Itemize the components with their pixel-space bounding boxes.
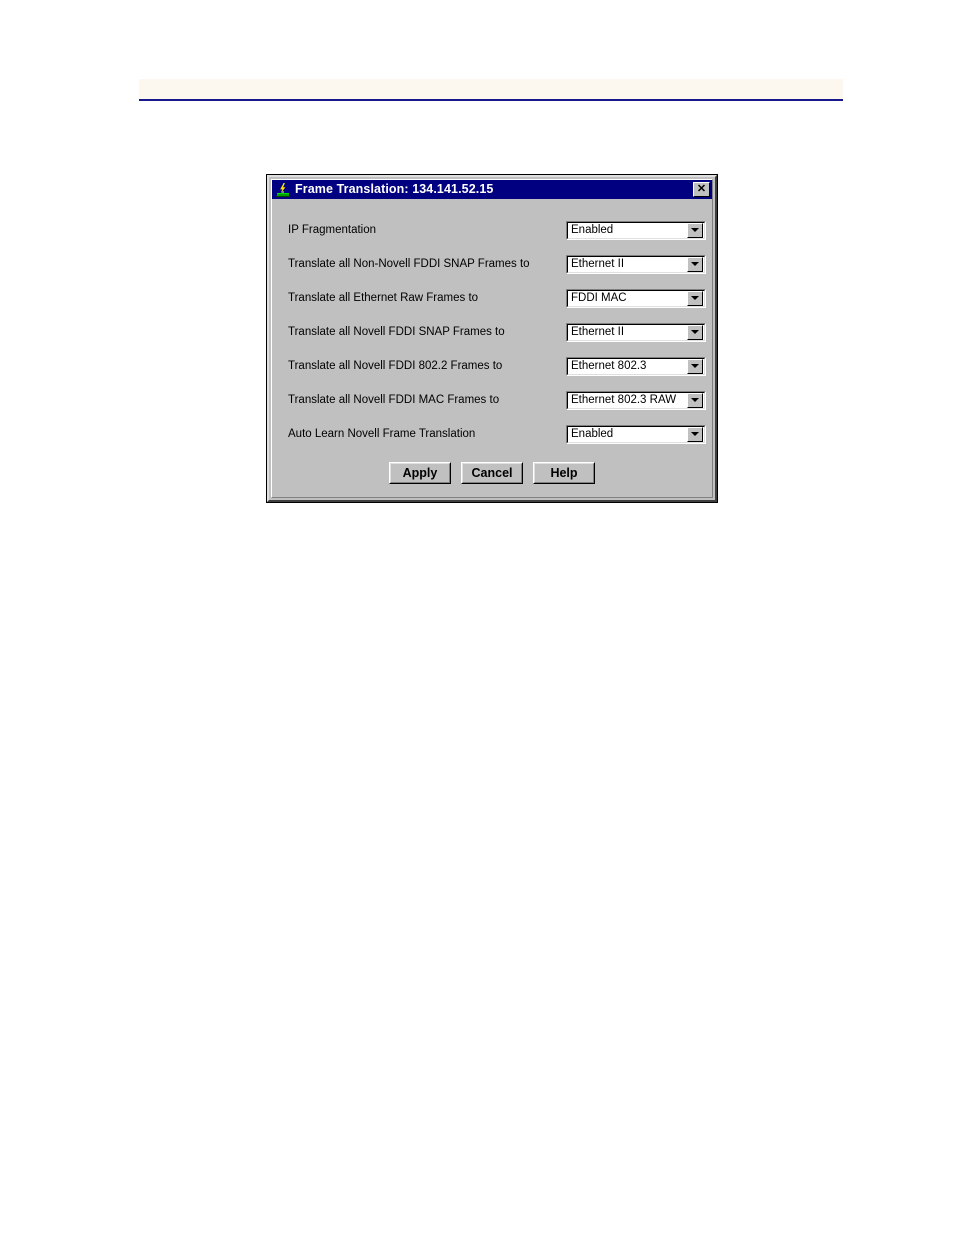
dialog-title: Frame Translation: 134.141.52.15 <box>295 182 494 196</box>
close-icon[interactable]: ✕ <box>693 182 710 197</box>
chevron-down-icon[interactable] <box>687 290 703 306</box>
cancel-button[interactable]: Cancel <box>461 462 523 484</box>
dropdown-novell-fddi-mac-value: Ethernet 802.3 RAW <box>571 393 677 406</box>
dropdown-novell-fddi-mac[interactable]: Ethernet 802.3 RAW <box>566 390 706 410</box>
dropdown-ip-fragmentation-inner: Enabled <box>567 221 705 239</box>
dialog-titlebar[interactable]: Frame Translation: 134.141.52.15 ✕ <box>272 180 712 199</box>
dropdown-non-novell-fddi-snap[interactable]: Ethernet II <box>566 254 706 274</box>
row-novell-fddi-mac: Translate all Novell FDDI MAC Frames to … <box>283 383 706 417</box>
help-button[interactable]: Help <box>533 462 595 484</box>
dropdown-novell-fddi-802-2[interactable]: Ethernet 802.3 <box>566 356 706 376</box>
page-header-band <box>139 79 843 101</box>
chevron-down-icon[interactable] <box>687 426 703 442</box>
dropdown-ip-fragmentation-value: Enabled <box>571 223 614 236</box>
row-auto-learn-novell: Auto Learn Novell Frame Translation Enab… <box>283 417 706 451</box>
dropdown-auto-learn-novell-value: Enabled <box>571 427 614 440</box>
chevron-down-icon[interactable] <box>687 358 703 374</box>
help-button-label: Help <box>550 465 578 480</box>
dropdown-non-novell-fddi-snap-inner: Ethernet II <box>567 255 705 273</box>
close-glyph: ✕ <box>696 183 707 195</box>
dialog-body: IP Fragmentation Enabled Translate all N… <box>272 199 712 497</box>
label-non-novell-fddi-snap: Translate all Non-Novell FDDI SNAP Frame… <box>288 258 530 270</box>
row-ip-fragmentation: IP Fragmentation Enabled <box>283 213 706 247</box>
dropdown-novell-fddi-802-2-value: Ethernet 802.3 <box>571 359 647 372</box>
chevron-down-icon[interactable] <box>687 324 703 340</box>
dropdown-novell-fddi-snap-inner: Ethernet II <box>567 323 705 341</box>
row-novell-fddi-snap: Translate all Novell FDDI SNAP Frames to… <box>283 315 706 349</box>
dropdown-ethernet-raw[interactable]: FDDI MAC <box>566 288 706 308</box>
dialog-inner-frame: Frame Translation: 134.141.52.15 ✕ IP Fr… <box>271 179 713 498</box>
label-novell-fddi-802-2: Translate all Novell FDDI 802.2 Frames t… <box>288 360 503 372</box>
dropdown-ip-fragmentation[interactable]: Enabled <box>566 220 706 240</box>
dropdown-ethernet-raw-inner: FDDI MAC <box>567 289 705 307</box>
row-novell-fddi-802-2: Translate all Novell FDDI 802.2 Frames t… <box>283 349 706 383</box>
label-novell-fddi-snap: Translate all Novell FDDI SNAP Frames to <box>288 326 505 338</box>
dialog-button-bar: Apply Cancel Help <box>283 451 701 497</box>
dropdown-novell-fddi-snap-value: Ethernet II <box>571 325 625 338</box>
label-ethernet-raw: Translate all Ethernet Raw Frames to <box>288 292 479 304</box>
apply-button[interactable]: Apply <box>389 462 451 484</box>
chevron-down-icon[interactable] <box>687 392 703 408</box>
chevron-down-icon[interactable] <box>687 222 703 238</box>
label-ip-fragmentation: IP Fragmentation <box>288 224 377 236</box>
dropdown-ethernet-raw-value: FDDI MAC <box>571 291 627 304</box>
row-ethernet-raw: Translate all Ethernet Raw Frames to FDD… <box>283 281 706 315</box>
frame-translation-dialog: Frame Translation: 134.141.52.15 ✕ IP Fr… <box>267 175 717 502</box>
dropdown-novell-fddi-802-2-inner: Ethernet 802.3 <box>567 357 705 375</box>
dropdown-auto-learn-novell[interactable]: Enabled <box>566 424 706 444</box>
label-novell-fddi-mac: Translate all Novell FDDI MAC Frames to <box>288 394 500 406</box>
network-device-lightning-icon <box>275 181 291 198</box>
page-header-rule <box>139 99 843 101</box>
dropdown-auto-learn-novell-inner: Enabled <box>567 425 705 443</box>
apply-button-label: Apply <box>402 465 438 480</box>
chevron-down-icon[interactable] <box>687 256 703 272</box>
cancel-button-label: Cancel <box>471 465 513 480</box>
dropdown-novell-fddi-mac-inner: Ethernet 802.3 RAW <box>567 391 705 409</box>
dropdown-non-novell-fddi-snap-value: Ethernet II <box>571 257 625 270</box>
label-auto-learn-novell: Auto Learn Novell Frame Translation <box>288 428 476 440</box>
row-non-novell-fddi-snap: Translate all Non-Novell FDDI SNAP Frame… <box>283 247 706 281</box>
dropdown-novell-fddi-snap[interactable]: Ethernet II <box>566 322 706 342</box>
